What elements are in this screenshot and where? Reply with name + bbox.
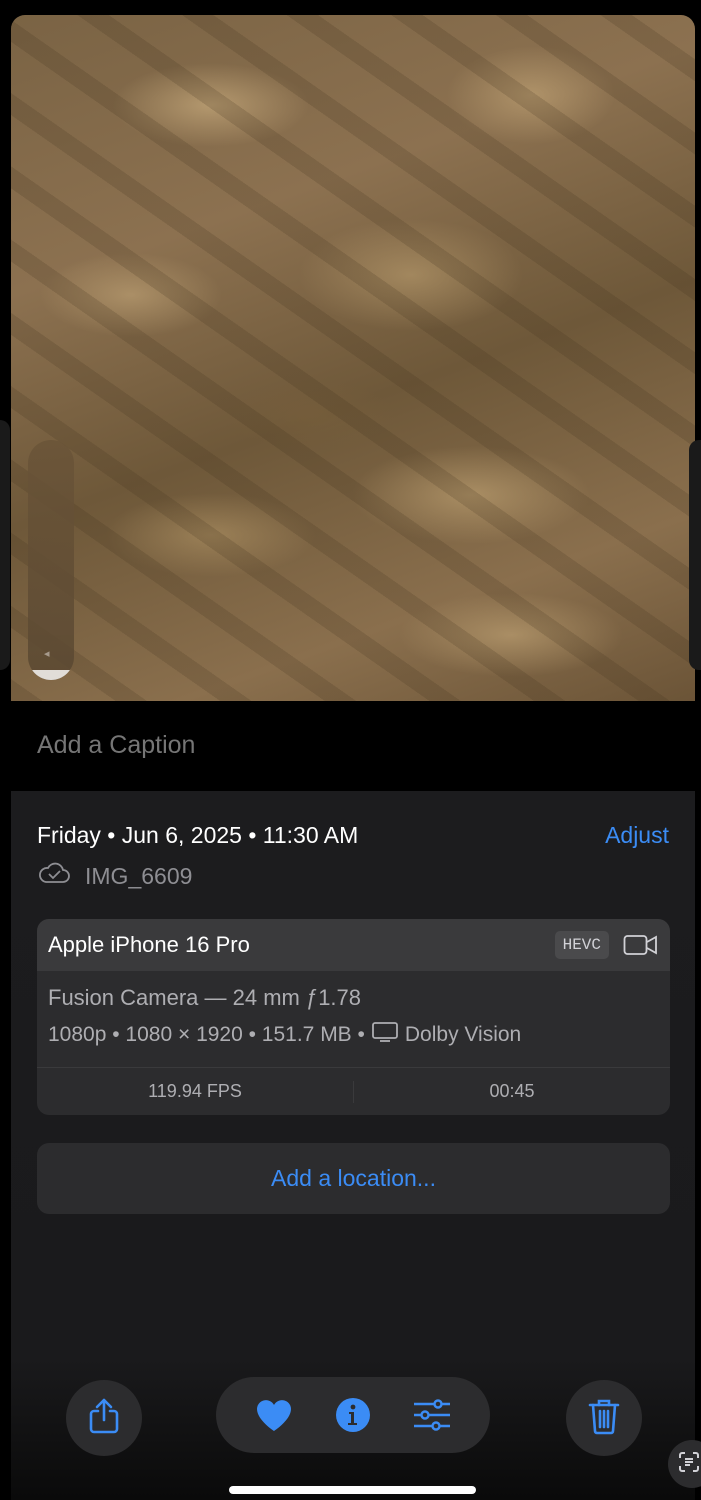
left-edge-handle bbox=[0, 420, 10, 670]
speaker-icon: ◂ bbox=[44, 648, 50, 660]
file-row: IMG_6609 bbox=[37, 861, 192, 891]
specs-text: 1080p • 1080 × 1920 • 151.7 MB • bbox=[48, 1023, 365, 1046]
volume-slider[interactable]: ◂ bbox=[28, 440, 74, 680]
lens-info: Fusion Camera — 24 mm ƒ1.78 bbox=[48, 985, 362, 1010]
icloud-synced-icon bbox=[37, 861, 71, 891]
card-header: Apple iPhone 16 Pro HEVC bbox=[37, 919, 670, 971]
hdr-format: Dolby Vision bbox=[404, 1023, 522, 1046]
adjustments-icon[interactable] bbox=[409, 1392, 455, 1438]
photo-view[interactable] bbox=[11, 15, 695, 701]
info-icon[interactable] bbox=[330, 1392, 376, 1438]
delete-button[interactable] bbox=[566, 1380, 642, 1456]
card-footer: 119.94 FPS 00:45 bbox=[37, 1067, 670, 1115]
frame-rate: 119.94 FPS bbox=[148, 1081, 242, 1101]
file-name: IMG_6609 bbox=[85, 862, 193, 889]
action-pill bbox=[216, 1377, 490, 1453]
home-indicator[interactable] bbox=[229, 1486, 476, 1494]
video-specs: 1080p • 1080 × 1920 • 151.7 MB • Dolby V… bbox=[48, 1021, 659, 1049]
add-location-button[interactable]: Add a location... bbox=[37, 1143, 670, 1214]
display-icon bbox=[371, 1021, 399, 1049]
live-text-icon bbox=[678, 1451, 700, 1478]
right-edge-handle bbox=[689, 440, 701, 670]
video-camera-icon bbox=[623, 934, 659, 956]
format-badge: HEVC bbox=[554, 931, 609, 959]
duration: 00:45 bbox=[489, 1081, 535, 1101]
caption-input[interactable] bbox=[37, 731, 669, 760]
caption-area bbox=[11, 701, 695, 791]
device-name: Apple iPhone 16 Pro bbox=[48, 932, 250, 957]
adjust-button[interactable]: Adjust bbox=[605, 822, 669, 849]
trash-icon bbox=[587, 1397, 621, 1440]
volume-level bbox=[28, 670, 74, 680]
heart-icon[interactable] bbox=[251, 1392, 297, 1438]
metadata-card: Apple iPhone 16 Pro HEVC Fusion Camera —… bbox=[37, 919, 670, 1115]
share-button[interactable] bbox=[66, 1380, 142, 1456]
date-time: Friday • Jun 6, 2025 • 11:30 AM bbox=[37, 822, 359, 848]
share-icon bbox=[87, 1397, 121, 1440]
